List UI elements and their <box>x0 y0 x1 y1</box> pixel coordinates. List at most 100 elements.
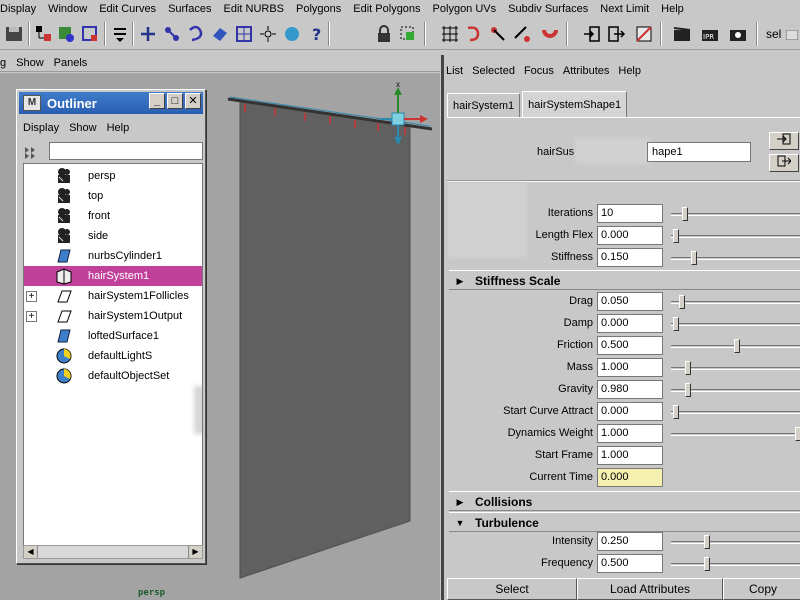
slider-thumb[interactable] <box>685 383 692 397</box>
attr-start-curve-attract-slider[interactable] <box>671 411 800 414</box>
output-connections-icon[interactable] <box>606 24 626 44</box>
slider-thumb[interactable] <box>703 557 710 571</box>
manipulator-x-arrow[interactable] <box>420 115 428 123</box>
ae-menu-list[interactable]: List <box>446 65 463 77</box>
attr-current-time-field[interactable]: 0.000 <box>597 468 663 487</box>
construction-history-icon[interactable] <box>634 24 654 44</box>
attr-gravity-field[interactable]: 0.980 <box>597 380 663 399</box>
ae-menu-attributes[interactable]: Attributes <box>563 65 609 77</box>
slider-thumb[interactable] <box>734 339 740 353</box>
particle-icon[interactable] <box>258 24 278 44</box>
menu-edit-curves[interactable]: Edit Curves <box>99 3 156 15</box>
attr-start-frame-field[interactable]: 1.000 <box>597 446 663 465</box>
outliner-item-hairsystem1output[interactable]: + hairSystem1Output <box>24 306 202 326</box>
attr-drag-field[interactable]: 0.050 <box>597 292 663 311</box>
joint-icon[interactable] <box>162 24 182 44</box>
menu-polygons[interactable]: Polygons <box>296 3 341 15</box>
attr-length-flex-field[interactable]: 0.000 <box>597 226 663 245</box>
outliner-item-nurbscylinder1[interactable]: nurbsCylinder1 <box>24 246 202 266</box>
attr-dynamics-weight-slider[interactable] <box>671 433 800 436</box>
slider-thumb[interactable] <box>795 427 800 441</box>
viewport-menu-g[interactable]: g <box>0 57 6 69</box>
help-icon[interactable]: ? <box>306 24 326 44</box>
filter-arrows-icon[interactable] <box>23 144 43 160</box>
slider-thumb[interactable] <box>679 295 686 309</box>
sphere-icon[interactable] <box>282 24 302 44</box>
slider-thumb[interactable] <box>673 229 679 243</box>
focus-output-button[interactable] <box>769 154 799 172</box>
select-by-component-icon[interactable] <box>80 24 100 44</box>
menu-display[interactable]: Display <box>0 3 36 15</box>
expand-down-icon[interactable]: ▼ <box>453 516 467 530</box>
attr-frequency-slider[interactable] <box>671 563 800 566</box>
snap-point-icon[interactable] <box>488 24 508 44</box>
outliner-horizontal-scrollbar[interactable]: ◀ ▶ <box>23 545 203 559</box>
surface-icon[interactable] <box>210 24 230 44</box>
scroll-right-arrow-icon[interactable]: ▶ <box>188 546 202 558</box>
attr-mass-field[interactable]: 1.000 <box>597 358 663 377</box>
attr-drag-slider[interactable] <box>671 301 800 304</box>
select-by-hierarchy-icon[interactable] <box>34 24 54 44</box>
menu-subdiv-surfaces[interactable]: Subdiv Surfaces <box>508 3 588 15</box>
snap-view-plane-icon[interactable] <box>512 24 532 44</box>
select-by-object-icon[interactable] <box>56 24 76 44</box>
magnet-icon[interactable] <box>540 24 560 44</box>
close-button[interactable]: ✕ <box>185 93 201 109</box>
save-icon[interactable] <box>4 24 24 44</box>
lattice-icon[interactable] <box>234 24 254 44</box>
render-icon[interactable] <box>672 24 692 44</box>
viewport-menu-show[interactable]: Show <box>16 57 44 69</box>
minimize-button[interactable]: _ <box>149 93 165 109</box>
expand-right-icon[interactable]: ▶ <box>453 274 467 288</box>
section-collisions[interactable]: ▶ Collisions <box>449 491 800 511</box>
menu-polygon-uvs[interactable]: Polygon UVs <box>433 3 497 15</box>
attr-frequency-field[interactable]: 0.500 <box>597 554 663 573</box>
menu-window[interactable]: Window <box>48 3 87 15</box>
outliner-item-side[interactable]: side <box>24 226 202 246</box>
attr-intensity-slider[interactable] <box>671 541 800 544</box>
ipr-render-icon[interactable]: IPR <box>700 24 720 44</box>
outliner-item-hairsystem1[interactable]: hairSystem1 <box>24 266 202 286</box>
slider-thumb[interactable] <box>691 251 698 265</box>
maximize-button[interactable]: □ <box>167 93 183 109</box>
attr-stiffness-field[interactable]: 0.150 <box>597 248 663 267</box>
copy-button[interactable]: Copy <box>723 578 800 600</box>
scroll-left-arrow-icon[interactable]: ◀ <box>24 546 38 558</box>
slider-thumb[interactable] <box>673 405 679 419</box>
menu-edit-polygons[interactable]: Edit Polygons <box>353 3 420 15</box>
section-stiffness-scale[interactable]: ▶ Stiffness Scale <box>449 270 800 290</box>
outliner-menu-show[interactable]: Show <box>69 122 97 134</box>
section-turbulence[interactable]: ▼ Turbulence <box>449 512 800 532</box>
ae-menu-selected[interactable]: Selected <box>472 65 515 77</box>
tab-hairsystemshape1[interactable]: hairSystemShape1 <box>522 91 628 117</box>
menu-next-limit[interactable]: Next Limit <box>600 3 649 15</box>
tab-hairsystem1[interactable]: hairSystem1 <box>447 93 521 117</box>
attr-length-flex-slider[interactable] <box>671 235 800 238</box>
node-name-field[interactable]: hape1 <box>647 142 751 162</box>
menu-surfaces[interactable]: Surfaces <box>168 3 211 15</box>
pick-handle-icon[interactable] <box>138 24 158 44</box>
attr-damp-slider[interactable] <box>671 323 800 326</box>
outliner-item-defaultobjectset[interactable]: defaultObjectSet <box>24 366 202 386</box>
selection-field-label[interactable]: sel <box>766 27 781 41</box>
outliner-menu-display[interactable]: Display <box>23 122 59 134</box>
focus-input-button[interactable] <box>769 132 799 150</box>
attr-iterations-field[interactable]: 10 <box>597 204 663 223</box>
selection-dropdown-icon[interactable] <box>786 30 798 40</box>
attr-iterations-slider[interactable] <box>671 213 800 216</box>
curve-icon[interactable] <box>186 24 206 44</box>
outliner-item-defaultlights[interactable]: defaultLightS <box>24 346 202 366</box>
menu-edit-nurbs[interactable]: Edit NURBS <box>223 3 284 15</box>
expand-right-icon[interactable]: ▶ <box>453 495 467 509</box>
attr-start-curve-attract-field[interactable]: 0.000 <box>597 402 663 421</box>
ae-menu-focus[interactable]: Focus <box>524 65 554 77</box>
viewport-menu-panels[interactable]: Panels <box>54 57 88 69</box>
input-connections-icon[interactable] <box>582 24 602 44</box>
snap-grid-icon[interactable] <box>440 24 460 44</box>
attr-friction-field[interactable]: 0.500 <box>597 336 663 355</box>
menu-help[interactable]: Help <box>661 3 684 15</box>
attr-dynamics-weight-field[interactable]: 1.000 <box>597 424 663 443</box>
attr-intensity-field[interactable]: 0.250 <box>597 532 663 551</box>
outliner-list[interactable]: persp top front side nurbsCylinder1 hairSyste… <box>23 163 203 558</box>
snap-curve-icon[interactable] <box>464 24 484 44</box>
